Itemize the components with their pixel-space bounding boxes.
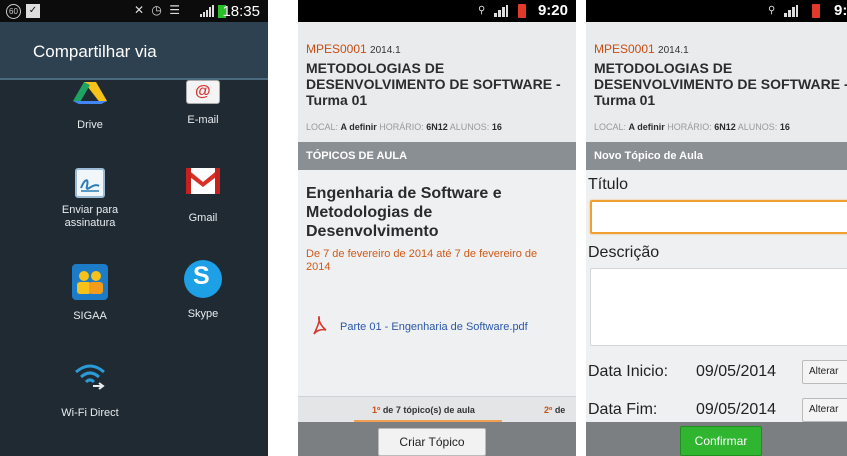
pager-next-label: de	[554, 405, 566, 415]
course-code-value: MPES0001	[306, 42, 367, 56]
section-header: Novo Tópico de Aula	[586, 142, 847, 170]
signature-icon	[75, 168, 105, 198]
schedule-value: 6N12	[714, 122, 736, 132]
topic-title: Engenharia de Software e Metodologias de…	[306, 185, 502, 240]
local-label: LOCAL:	[594, 122, 627, 132]
share-item-label: Enviar para assinatura	[61, 204, 119, 229]
signal-icon	[494, 5, 508, 17]
course-name: METODOLOGIAS DE DESENVOLVIMENTO DE SOFTW…	[594, 60, 847, 108]
share-item-label: SIGAA	[73, 310, 107, 322]
create-topic-button[interactable]: Criar Tópico	[378, 428, 486, 456]
status-bar: ⚲ 9:20	[298, 0, 576, 22]
course-code: MPES0001 2014.1	[306, 42, 401, 56]
share-item-label: Gmail	[188, 212, 218, 224]
description-label: Descrição	[588, 244, 660, 261]
share-item-email[interactable]: @ E-mail	[148, 80, 258, 127]
share-dialog-title: Compartilhar via	[33, 42, 157, 61]
course-header: MPES0001 2014.1 METODOLOGIAS DE DESENVOL…	[298, 22, 576, 142]
pager-current[interactable]: 1º de 7 tópico(s) de aula	[372, 405, 475, 415]
wifi-direct-icon	[75, 364, 105, 390]
clock: 9:20	[537, 2, 568, 19]
battery-low-icon	[812, 4, 820, 18]
end-date-value: 09/05/2014	[696, 401, 777, 418]
topics-screen: ⚲ 9:20 MPES0001 2014.1 METODOLOGIAS DE D…	[298, 0, 576, 456]
email-icon: @	[186, 80, 220, 104]
topic-dates: De 7 de fevereiro de 2014 até 7 de fever…	[306, 248, 538, 273]
title-input[interactable]	[590, 200, 847, 234]
course-name: METODOLOGIAS DE DESENVOLVIMENTO DE SOFTW…	[306, 60, 561, 108]
start-date-row: Data Inicio: 09/05/2014 Alterar	[586, 360, 847, 388]
course-code: MPES0001 2014.1	[594, 42, 689, 56]
pdf-icon	[313, 316, 327, 335]
share-item-label: Skype	[187, 308, 219, 320]
share-item-drive[interactable]: Drive	[35, 82, 145, 132]
bottom-bar: Criar Tópico	[298, 422, 576, 456]
confirm-button[interactable]: Confirmar	[680, 426, 762, 456]
course-period: 2014.1	[370, 45, 401, 56]
pager-next[interactable]: 2º de	[544, 405, 565, 415]
pager-current-label: de 7 tópico(s) de aula	[382, 405, 475, 415]
title-label: Título	[588, 176, 629, 193]
status-icons: ✕ ◷ ☰	[134, 3, 182, 17]
clock: 9:2	[834, 2, 847, 19]
bottom-bar: Confirmar	[586, 422, 847, 456]
course-meta: LOCAL: A definir HORÁRIO: 6N12 ALUNOS: 1…	[594, 122, 790, 132]
share-item-wifi-direct[interactable]: Wi-Fi Direct	[35, 362, 145, 420]
schedule-value: 6N12	[426, 122, 448, 132]
pager-current-index: 1º	[372, 405, 381, 415]
new-topic-screen: ⚲ 9:2 MPES0001 2014.1 METODOLOGIAS DE DE…	[586, 0, 847, 456]
new-topic-form: Título Descrição Data Inicio: 09/05/2014…	[586, 170, 847, 422]
checkbox-notification-icon: ✓	[26, 4, 40, 18]
end-date-label: Data Fim:	[588, 401, 658, 418]
status-bar: 60 ✓ ✕ ◷ ☰ 18:35	[0, 0, 268, 22]
attachment-label[interactable]: Parte 01 - Engenharia de Software.pdf	[340, 321, 528, 333]
notification-badge: 60	[6, 4, 21, 19]
students-label: ALUNOS:	[737, 122, 778, 132]
share-item-label: Wi-Fi Direct	[61, 407, 119, 419]
course-header: MPES0001 2014.1 METODOLOGIAS DE DESENVOL…	[586, 22, 847, 142]
description-input[interactable]	[590, 268, 847, 346]
students-label: ALUNOS:	[449, 122, 490, 132]
course-code-value: MPES0001	[594, 42, 655, 56]
battery-low-icon	[518, 4, 526, 18]
sigaa-icon	[72, 264, 108, 300]
local-label: LOCAL:	[306, 122, 339, 132]
start-date-value: 09/05/2014	[696, 363, 777, 380]
students-value: 16	[491, 122, 502, 132]
local-value: A definir	[628, 122, 665, 132]
signal-icon	[200, 5, 214, 17]
start-date-label: Data Inicio:	[588, 363, 669, 380]
share-targets-grid: Drive @ E-mail Enviar para assinatura Gm…	[0, 80, 268, 456]
schedule-label: HORÁRIO:	[379, 122, 424, 132]
schedule-label: HORÁRIO:	[667, 122, 712, 132]
alter-start-date-button[interactable]: Alterar	[802, 360, 847, 384]
share-item-label: E-mail	[187, 114, 219, 126]
local-value: A definir	[340, 122, 377, 132]
share-item-skype[interactable]: S Skype	[148, 260, 258, 321]
share-screen: 60 ✓ ✕ ◷ ☰ 18:35 Compartilhar via Drive …	[0, 0, 268, 456]
share-item-signature[interactable]: Enviar para assinatura	[35, 168, 145, 230]
google-drive-icon	[73, 82, 107, 104]
signal-icon	[784, 5, 798, 17]
topic-pager: 1º de 7 tópico(s) de aula 2º de	[298, 396, 576, 423]
share-item-label: Drive	[77, 119, 103, 131]
share-dialog-header: Compartilhar via	[0, 22, 268, 80]
skype-icon: S	[184, 260, 222, 298]
course-period: 2014.1	[658, 45, 689, 56]
topic-card: Engenharia de Software e Metodologias de…	[298, 170, 576, 395]
share-item-sigaa[interactable]: SIGAA	[35, 264, 145, 323]
course-meta: LOCAL: A definir HORÁRIO: 6N12 ALUNOS: 1…	[306, 122, 502, 132]
share-item-gmail[interactable]: Gmail	[148, 168, 258, 225]
alter-end-date-button[interactable]: Alterar	[802, 398, 847, 422]
pager-next-index: 2º	[544, 405, 553, 415]
status-bar: ⚲ 9:2	[586, 0, 847, 22]
students-value: 16	[779, 122, 790, 132]
usb-icon: ⚲	[478, 5, 486, 16]
gmail-icon	[186, 168, 220, 194]
section-header: TÓPICOS DE AULA	[298, 142, 576, 170]
clock: 18:35	[222, 3, 260, 20]
usb-icon: ⚲	[768, 5, 776, 16]
